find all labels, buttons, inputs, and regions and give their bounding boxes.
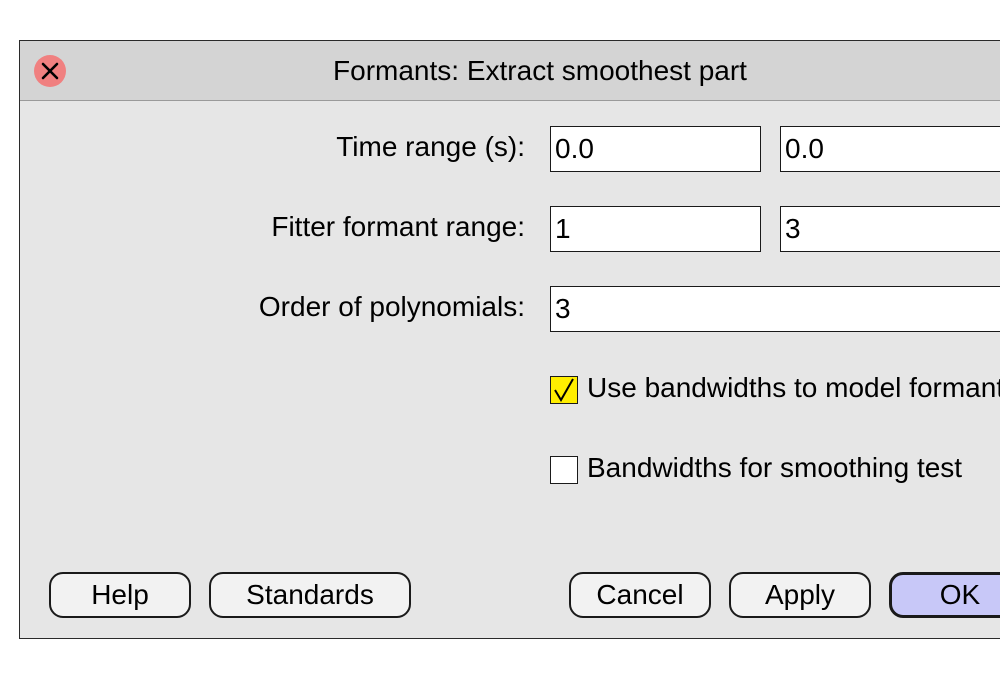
standards-button[interactable]: Standards (209, 572, 411, 618)
time-range-to-input[interactable] (780, 126, 1000, 172)
bandwidths-smoothing-label[interactable]: Bandwidths for smoothing test (587, 452, 962, 484)
cancel-button[interactable]: Cancel (569, 572, 711, 618)
fitter-range-to-input[interactable] (780, 206, 1000, 252)
time-range-from-input[interactable] (550, 126, 761, 172)
apply-button[interactable]: Apply (729, 572, 871, 618)
fitter-formant-range-label: Fitter formant range: (271, 211, 525, 242)
order-of-polynomials-label: Order of polynomials: (258, 291, 525, 322)
title-bar: Formants: Extract smoothest part (20, 41, 1000, 101)
order-of-polynomials-input[interactable] (550, 286, 1000, 332)
bandwidths-smoothing-checkbox[interactable] (550, 456, 578, 484)
dialog-title: Formants: Extract smoothest part (333, 55, 747, 86)
fitter-range-from-input[interactable] (550, 206, 761, 252)
dialog-window: Formants: Extract smoothest part Time ra… (19, 40, 1000, 639)
ok-button[interactable]: OK (889, 572, 1000, 618)
use-bandwidths-checkbox[interactable] (550, 376, 578, 404)
use-bandwidths-label[interactable]: Use bandwidths to model formants (587, 372, 1000, 404)
time-range-label: Time range (s): (336, 131, 525, 162)
checkmark-icon (554, 378, 574, 402)
help-button[interactable]: Help (49, 572, 191, 618)
